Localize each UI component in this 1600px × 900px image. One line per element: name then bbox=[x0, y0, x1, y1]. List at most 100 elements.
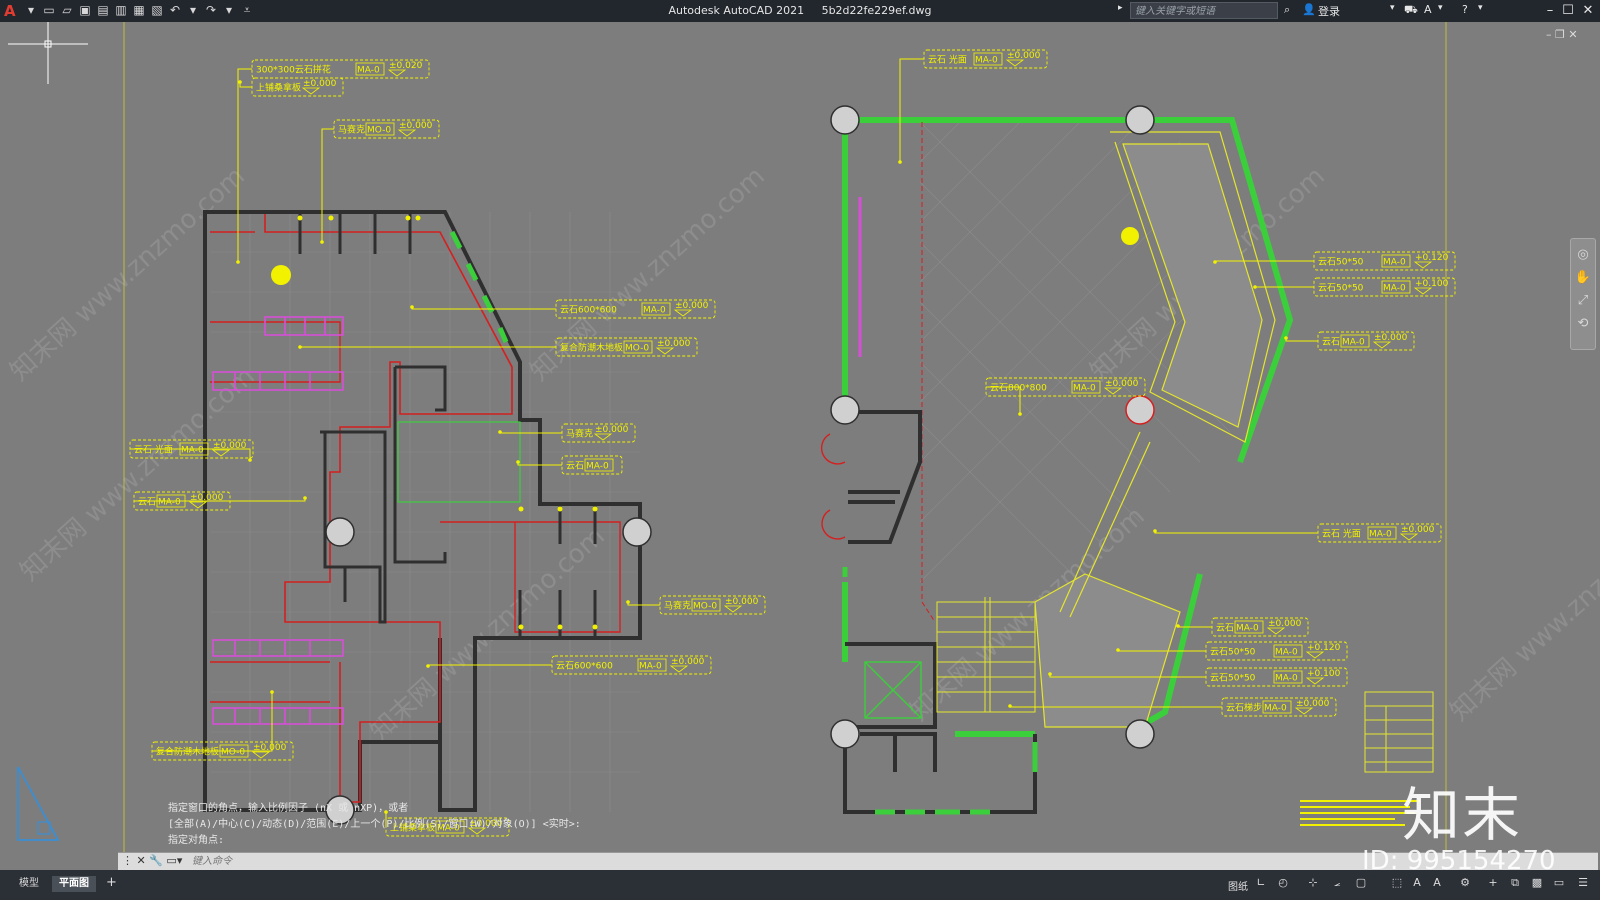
leader-dot bbox=[1213, 260, 1217, 264]
annotation-label: 马赛克 MO-0 ±0.000 bbox=[320, 119, 440, 244]
maximize-icon[interactable]: ☐ bbox=[1558, 1, 1578, 21]
help-button[interactable]: ? bbox=[1462, 3, 1468, 16]
right-floor-plan bbox=[820, 105, 1434, 826]
viewport-close-icon[interactable]: ✕ bbox=[1568, 28, 1577, 41]
leader-dot bbox=[498, 430, 502, 434]
tab-model[interactable]: 模型 bbox=[12, 876, 46, 892]
a360-dropdown-icon[interactable]: ▾ bbox=[1438, 3, 1443, 13]
material-tag: MA-0 bbox=[1369, 530, 1392, 540]
login-button[interactable]: 登录 bbox=[1318, 3, 1340, 19]
cart-icon[interactable]: ⛟ bbox=[1404, 3, 1418, 18]
material-tag: MA-0 bbox=[357, 66, 380, 76]
search-icon[interactable]: ⌕ bbox=[1284, 3, 1290, 17]
redo-dropdown-icon[interactable]: ▾ bbox=[222, 3, 236, 17]
leader-dot bbox=[270, 690, 274, 694]
selection-cycling-icon[interactable]: ⬚ bbox=[1390, 876, 1404, 890]
leader-line bbox=[1154, 531, 1318, 534]
dropdown-icon[interactable]: ▾ bbox=[24, 3, 38, 17]
customize-wrench-icon[interactable]: 🔧 bbox=[149, 854, 163, 867]
command-input[interactable] bbox=[192, 854, 1492, 869]
clean-screen-icon[interactable]: ▭ bbox=[1552, 876, 1566, 890]
elevation-level: ±0.000 bbox=[1007, 51, 1041, 61]
paper-space-toggle[interactable]: 图纸 bbox=[1228, 878, 1248, 893]
print-icon[interactable]: ▧ bbox=[150, 3, 164, 17]
snap-mode-icon[interactable]: ∟ bbox=[1254, 876, 1268, 890]
leader-line bbox=[1177, 626, 1212, 628]
save-as-icon[interactable]: ▤ bbox=[96, 3, 110, 17]
add-layout-button[interactable]: + bbox=[106, 875, 117, 890]
dynamic-input-icon[interactable]: ◴ bbox=[1276, 876, 1290, 890]
material-tag: MA-0 bbox=[639, 662, 662, 672]
autocad-logo-icon[interactable]: A bbox=[4, 2, 16, 20]
zoom-extents-icon[interactable]: ⤢ bbox=[1571, 293, 1595, 308]
material-label: 云石 bbox=[566, 462, 584, 472]
material-label: 云石 光面 bbox=[134, 444, 173, 456]
viewport-minimize-icon[interactable]: – bbox=[1546, 28, 1552, 41]
workspace-gear-icon[interactable]: ⚙ bbox=[1458, 876, 1472, 890]
material-tag: MA-0 bbox=[643, 306, 666, 316]
annotation-label: 云石 光面 MA-0 ±0.000 bbox=[1153, 523, 1442, 543]
hardware-acceleration-icon[interactable]: ▩ bbox=[1530, 876, 1544, 890]
new-file-icon[interactable]: ▭ bbox=[42, 3, 56, 17]
viewport-restore-icon[interactable]: ❐ bbox=[1555, 28, 1565, 41]
open-file-icon[interactable]: ▱ bbox=[60, 3, 74, 17]
svg-text:知末网 www.znzmo.com: 知末网 www.znzmo.com bbox=[365, 521, 611, 747]
material-label: 上铺桑拿板 bbox=[256, 82, 301, 94]
user-icon[interactable]: 👤 bbox=[1302, 3, 1316, 16]
elevation-level: ±0.020 bbox=[389, 61, 423, 71]
ortho-icon[interactable]: ⊹ bbox=[1306, 876, 1320, 890]
orbit-icon[interactable]: ⟲ bbox=[1571, 316, 1595, 331]
material-label: 云石 bbox=[1216, 624, 1234, 634]
customization-menu-icon[interactable]: ☰ bbox=[1576, 876, 1590, 890]
redo-icon[interactable]: ↷ bbox=[204, 3, 218, 17]
annotation-visibility-icon[interactable]: A bbox=[1430, 876, 1444, 890]
publish-icon[interactable]: ▥ bbox=[114, 3, 128, 17]
plot-icon[interactable]: ▦ bbox=[132, 3, 146, 17]
steering-wheel-icon[interactable]: ◎ bbox=[1571, 247, 1595, 262]
material-tag: MO-0 bbox=[221, 748, 245, 758]
elevation-level: ±0.000 bbox=[1105, 379, 1139, 389]
material-label: 马赛克 bbox=[338, 124, 365, 136]
elevation-level: ±0.000 bbox=[1296, 699, 1330, 709]
undo-icon[interactable]: ↶ bbox=[168, 3, 182, 17]
crosshair-cursor bbox=[8, 22, 88, 84]
customize-icon[interactable]: ⩡ bbox=[240, 3, 254, 17]
close-icon[interactable]: ✕ bbox=[1578, 1, 1598, 21]
leader-dot bbox=[1018, 412, 1022, 416]
material-tag: MA-0 bbox=[975, 56, 998, 66]
annotation-label: 云石800*800 MA-0 ±0.000 bbox=[985, 377, 1146, 416]
leader-dot bbox=[1153, 529, 1157, 533]
command-history: 指定窗口的角点，输入比例因子 (nX 或 nXP)，或者 [全部(A)/中心(C… bbox=[168, 801, 581, 849]
polar-tracking-icon[interactable]: ⦟ bbox=[1330, 876, 1344, 890]
material-label: 马赛克 bbox=[664, 600, 691, 612]
object-snap-icon[interactable]: ▢ bbox=[1354, 876, 1368, 890]
leader-line bbox=[899, 58, 924, 162]
leader-dot bbox=[1008, 704, 1012, 708]
annotation-label: 云石 MA-0 ±0.000 bbox=[133, 491, 307, 511]
login-dropdown-icon[interactable]: ▾ bbox=[1390, 3, 1395, 13]
tab-floor-plan[interactable]: 平面图 bbox=[52, 876, 96, 892]
minimize-icon[interactable]: – bbox=[1540, 1, 1560, 21]
recent-commands-icon[interactable]: ▭▾ bbox=[166, 854, 182, 867]
annotation-scale-icon[interactable]: A bbox=[1410, 876, 1424, 890]
grip-handle-icon[interactable]: ⋮ bbox=[122, 854, 133, 867]
pan-hand-icon[interactable]: ✋ bbox=[1571, 270, 1595, 285]
expand-arrow-icon[interactable]: ▸ bbox=[1118, 3, 1123, 13]
elevation-level: ±0.000 bbox=[1374, 333, 1408, 343]
undo-dropdown-icon[interactable]: ▾ bbox=[186, 3, 200, 17]
command-history-line: 指定对角点: bbox=[168, 835, 225, 846]
help-dropdown-icon[interactable]: ▾ bbox=[1478, 3, 1483, 13]
add-icon[interactable]: + bbox=[1486, 876, 1500, 890]
annotation-label: 上铺桑拿板 ±0.000 bbox=[238, 77, 344, 97]
search-input[interactable]: 键入关键字或短语 bbox=[1130, 2, 1278, 19]
command-history-line: 指定窗口的角点，输入比例因子 (nX 或 nXP)，或者 bbox=[168, 803, 409, 814]
annotation-label: 云石 光面 MA-0 ±0.000 bbox=[898, 49, 1048, 164]
save-icon[interactable]: ▣ bbox=[78, 3, 92, 17]
close-command-icon[interactable]: ✕ bbox=[137, 854, 146, 867]
elevation-level: ±0.000 bbox=[1268, 619, 1302, 629]
leader-line bbox=[321, 128, 334, 242]
isolate-objects-icon[interactable]: ⧉ bbox=[1508, 876, 1522, 890]
autodesk-a360-icon[interactable]: A bbox=[1424, 3, 1432, 16]
drawing-canvas[interactable]: 知末网 www.znzmo.com 知末网 www.znzmo.com 知末网 … bbox=[0, 22, 1600, 862]
leader-line bbox=[627, 602, 660, 606]
